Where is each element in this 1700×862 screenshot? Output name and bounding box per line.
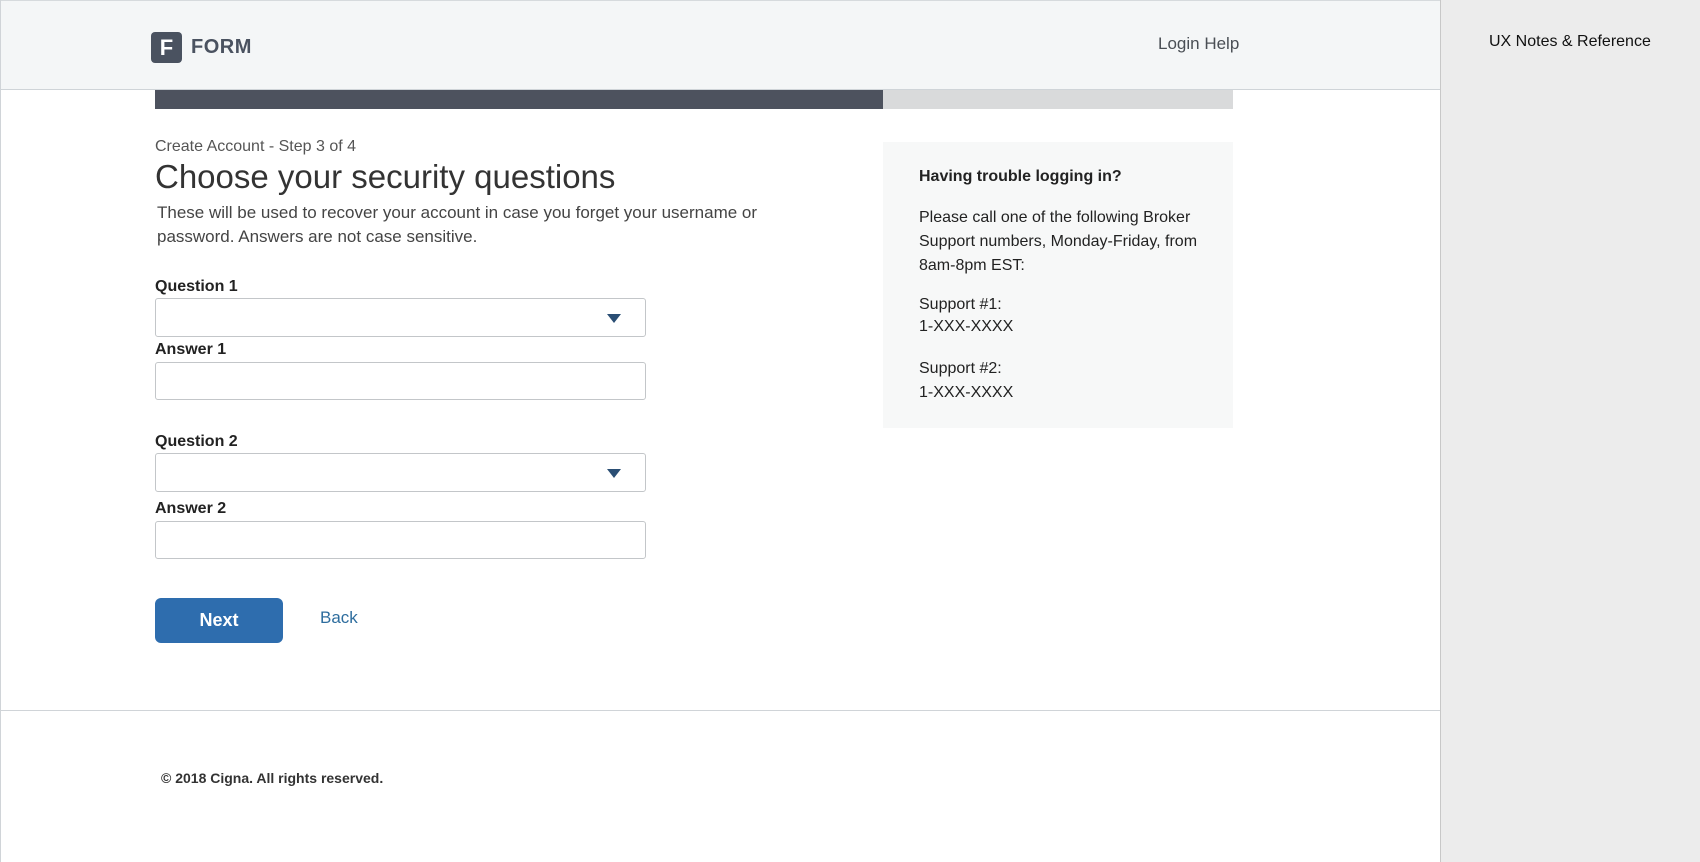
next-button[interactable]: Next: [155, 598, 283, 643]
site-header: F FORM Login Help: [1, 0, 1441, 90]
site-footer: © 2018 Cigna. All rights reserved.: [1, 710, 1441, 862]
chevron-down-icon: [607, 469, 621, 478]
answer-2-input[interactable]: [155, 521, 646, 559]
ux-notes-title: UX Notes & Reference: [1489, 33, 1651, 50]
question-1-select[interactable]: [155, 298, 646, 337]
support-2-number: 1-XXX-XXXX: [919, 384, 1014, 401]
help-panel: Having trouble logging in? Please call o…: [883, 142, 1233, 428]
answer-1-label: Answer 1: [155, 341, 227, 358]
support-1-label: Support #1:: [919, 296, 1002, 313]
support-1-number: 1-XXX-XXXX: [919, 318, 1014, 335]
answer-2-label: Answer 2: [155, 500, 227, 517]
chevron-down-icon: [607, 314, 621, 323]
copyright-text: © 2018 Cigna. All rights reserved.: [161, 770, 384, 786]
support-2-label: Support #2:: [919, 360, 1002, 377]
back-link[interactable]: Back: [320, 608, 358, 628]
login-help-link[interactable]: Login Help: [1158, 34, 1239, 54]
step-indicator: Create Account - Step 3 of 4: [155, 138, 357, 155]
progress-bar-fill: [155, 90, 883, 109]
page-title: Choose your security questions: [155, 158, 616, 195]
logo-text: FORM: [191, 36, 252, 58]
question-2-label: Question 2: [155, 433, 238, 450]
question-1-label: Question 1: [155, 278, 238, 295]
help-body: Please call one of the following Broker …: [919, 209, 1198, 274]
progress-bar: [155, 90, 1233, 109]
answer-1-input[interactable]: [155, 362, 646, 400]
logo-icon: F: [151, 32, 182, 63]
help-title: Having trouble logging in?: [919, 168, 1122, 185]
question-2-select[interactable]: [155, 453, 646, 492]
main-page: F FORM Login Help Create Account - Step …: [0, 0, 1441, 862]
ux-notes-panel: UX Notes & Reference: [1440, 0, 1700, 862]
page-description: These will be used to recover your accou…: [157, 203, 758, 246]
